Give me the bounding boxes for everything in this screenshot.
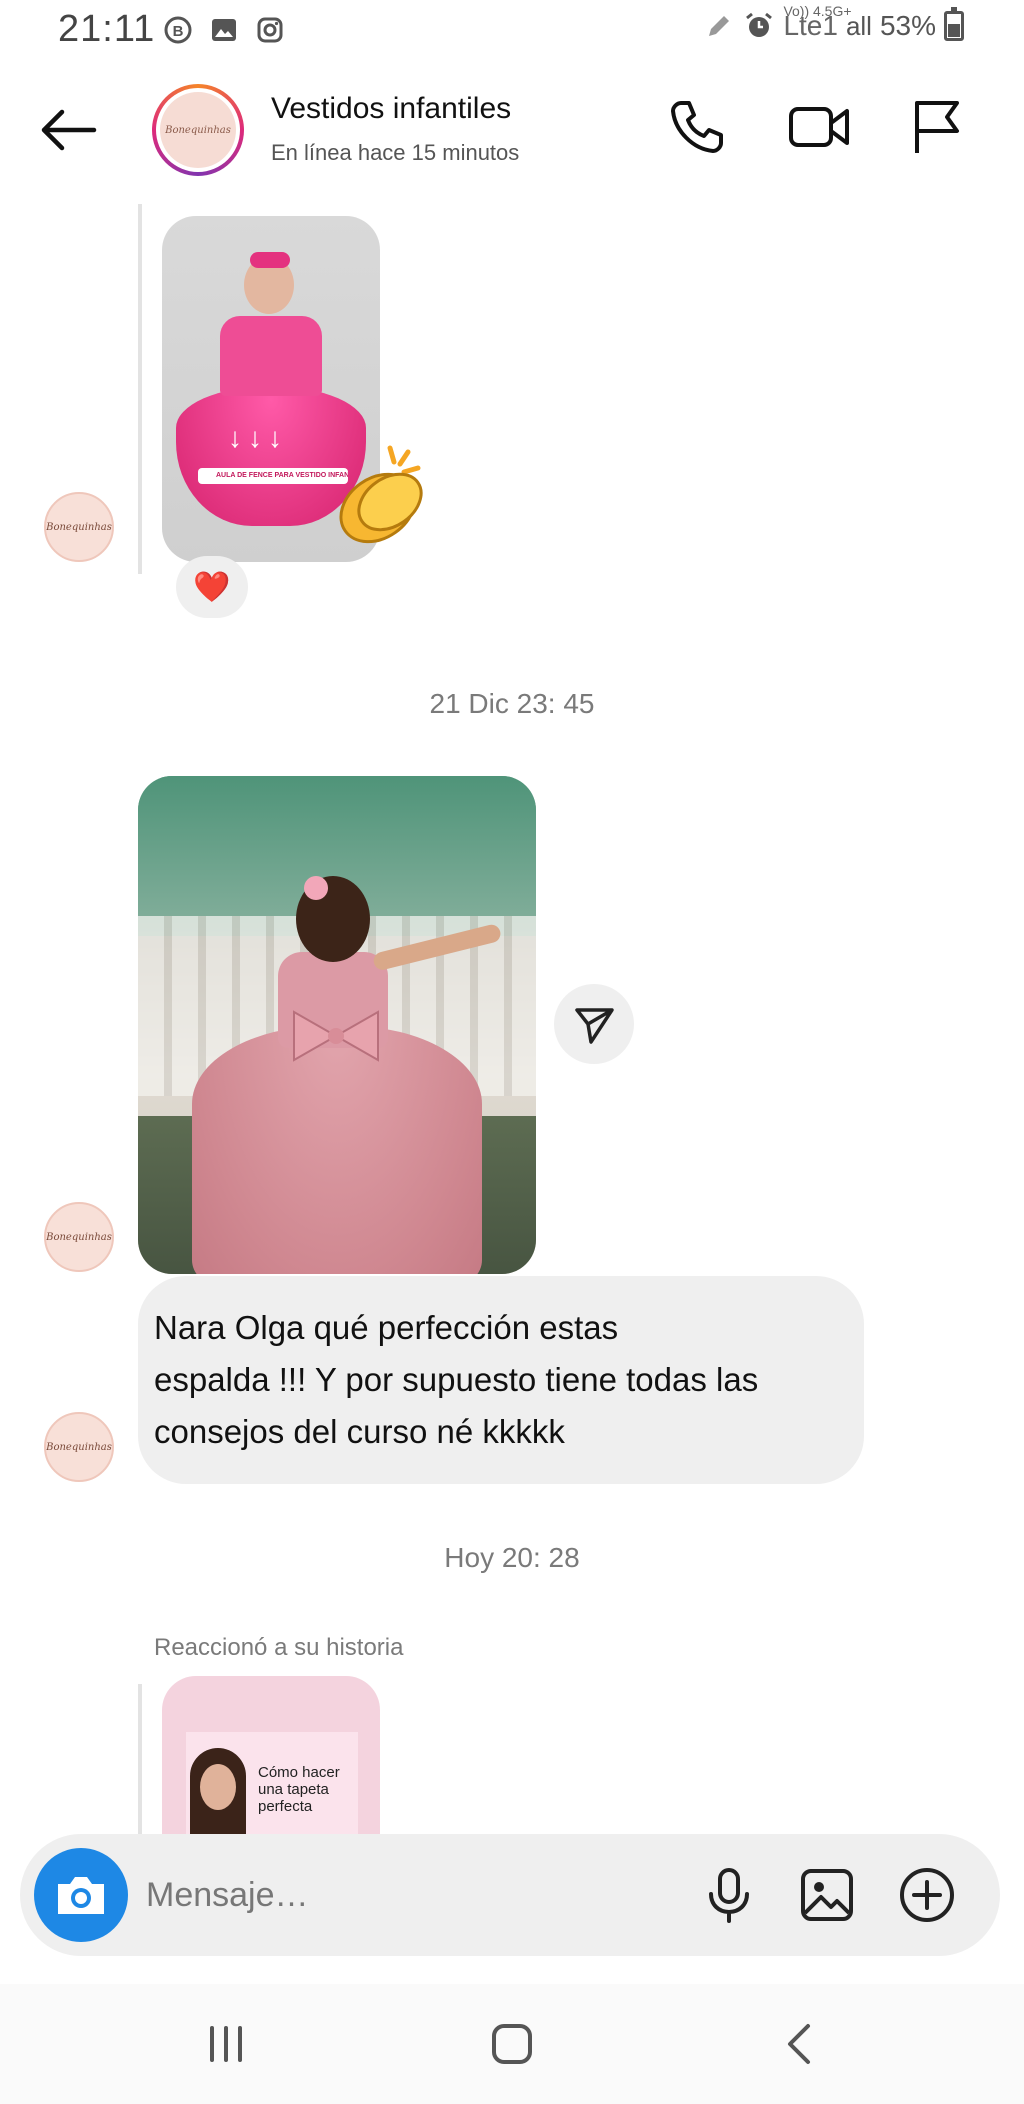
camera-button[interactable] <box>34 1848 128 1942</box>
contact-status: En línea hace 15 minutos <box>271 140 520 165</box>
battery-icon <box>944 7 964 41</box>
arrow-left-icon <box>41 109 97 151</box>
message-composer <box>20 1834 1000 1956</box>
avatar-logo: Bonequinhas <box>160 92 236 168</box>
gallery-icon <box>208 14 240 46</box>
presenter-photo <box>190 1748 246 1834</box>
network-label: Vo)) 4.5G+ <box>783 3 852 19</box>
dress-bow <box>293 1010 379 1062</box>
send-icon <box>575 1008 614 1044</box>
share-button[interactable] <box>554 984 634 1064</box>
message-list[interactable]: ↓↓↓ AULA DE FENCE PARA VESTIDO INFANTIL … <box>0 194 1024 1834</box>
sender-avatar[interactable]: Bonequinhas <box>44 1412 114 1482</box>
photo-message[interactable] <box>138 776 536 1274</box>
clapping-hands-sticker-icon[interactable] <box>330 442 438 550</box>
story-banner-text: AULA DE FENCE PARA VESTIDO INFANTIL <box>198 468 348 484</box>
camera-icon <box>58 1877 104 1914</box>
chevron-left-icon <box>788 2024 810 2064</box>
sender-avatar[interactable]: Bonequinhas <box>44 1202 114 1272</box>
message-timestamp: 21 Dic 23: 45 <box>429 688 595 719</box>
heart-icon: ❤️ <box>193 570 231 604</box>
contact-name[interactable]: Vestidos infantiles <box>271 92 511 126</box>
reaction-badge[interactable]: ❤️ <box>176 556 248 618</box>
status-bar: 21:11 B Vo)) 4.5G+ Lte1 all 53% <box>0 0 1024 64</box>
gallery-button[interactable] <box>796 1864 858 1926</box>
flag-icon <box>915 101 959 153</box>
story-reply-line <box>138 1684 142 1834</box>
report-button[interactable] <box>904 94 970 160</box>
whatsapp-business-icon: B <box>162 14 194 46</box>
message-line: Nara Olga qué perfección estas <box>154 1309 619 1346</box>
story-card-text: Cómo hacer una tapeta perfecta <box>258 1764 340 1815</box>
video-call-button[interactable] <box>786 94 852 160</box>
message-input[interactable] <box>146 1862 566 1928</box>
message-timestamp: Hoy 20: 28 <box>444 1542 580 1573</box>
system-navigation-bar <box>0 1984 1024 2104</box>
system-back-button[interactable] <box>760 2014 840 2074</box>
status-notification-icons: B <box>162 14 286 46</box>
recents-button[interactable] <box>186 2014 266 2074</box>
chat-header: Bonequinhas Vestidos infantiles En línea… <box>0 64 1024 194</box>
gallery-icon <box>801 1869 853 1921</box>
arrow-down-icon: ↓↓↓ <box>228 422 288 453</box>
phone-icon <box>671 101 723 153</box>
video-call-icon <box>789 107 849 147</box>
recents-icon <box>210 2026 242 2062</box>
instagram-icon <box>254 14 286 46</box>
text-message[interactable]: Nara Olga qué perfección estas espalda !… <box>138 1276 864 1484</box>
status-system-icons: Vo)) 4.5G+ Lte1 all 53% <box>703 4 964 42</box>
alarm-icon <box>743 10 775 42</box>
reacted-to-story-label: Reaccionó a su historia <box>154 1634 404 1661</box>
sender-avatar[interactable]: Bonequinhas <box>44 492 114 562</box>
story-reply-line <box>138 204 142 574</box>
home-button[interactable] <box>472 2014 552 2074</box>
add-icon <box>900 1868 954 1922</box>
phone-call-button[interactable] <box>664 94 730 160</box>
home-icon <box>492 2024 532 2064</box>
back-button[interactable] <box>36 102 100 158</box>
network-indicator: Vo)) 4.5G+ Lte1 <box>783 4 851 40</box>
story-thumbnail[interactable]: Cómo hacer una tapeta perfecta <box>162 1676 380 1834</box>
pencil-icon <box>703 10 735 42</box>
microphone-icon <box>709 1868 749 1923</box>
message-line: espalda !!! Y por supuesto tiene todas l… <box>154 1361 759 1398</box>
status-time: 21:11 <box>58 8 156 50</box>
voice-message-button[interactable] <box>698 1864 760 1926</box>
svg-text:B: B <box>173 23 184 40</box>
message-line: consejos del curso né kkkkk <box>154 1413 565 1450</box>
contact-avatar[interactable]: Bonequinhas <box>152 84 244 176</box>
battery-percent: 53% <box>879 10 936 41</box>
add-content-button[interactable] <box>896 1864 958 1926</box>
